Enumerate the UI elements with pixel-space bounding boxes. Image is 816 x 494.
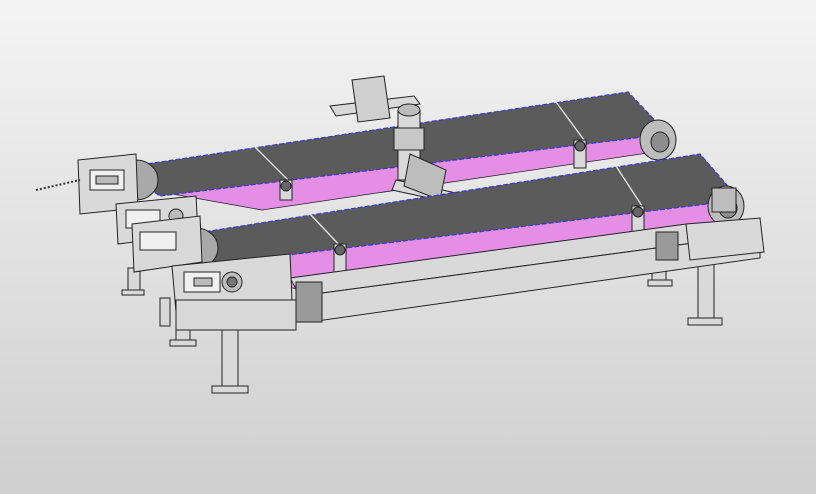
foot-front-left xyxy=(211,385,249,394)
guard-front-base xyxy=(175,299,297,331)
robot-top-bracket xyxy=(351,75,391,123)
leg-front-right xyxy=(697,257,715,323)
frame-right-block xyxy=(655,231,679,261)
frame-right-cap xyxy=(711,187,737,213)
leg-front-left xyxy=(221,324,239,392)
left-guards xyxy=(115,195,297,331)
foot-left-mid xyxy=(169,339,197,347)
leg-rear-left-2 xyxy=(159,297,171,327)
rear-drive-chain xyxy=(35,179,81,191)
robot-motor xyxy=(393,127,425,151)
foot-rear-right xyxy=(647,279,673,287)
rear-drive-hub xyxy=(650,131,670,153)
conveyor-assembly-drawing[interactable] xyxy=(0,0,816,494)
cad-viewport[interactable] xyxy=(0,0,816,494)
foot-front-right xyxy=(687,317,723,326)
foot-rear-left xyxy=(121,289,145,296)
robot-mast-top xyxy=(397,103,421,117)
frame-right-end xyxy=(685,217,765,261)
frame-joint-block xyxy=(295,281,323,323)
